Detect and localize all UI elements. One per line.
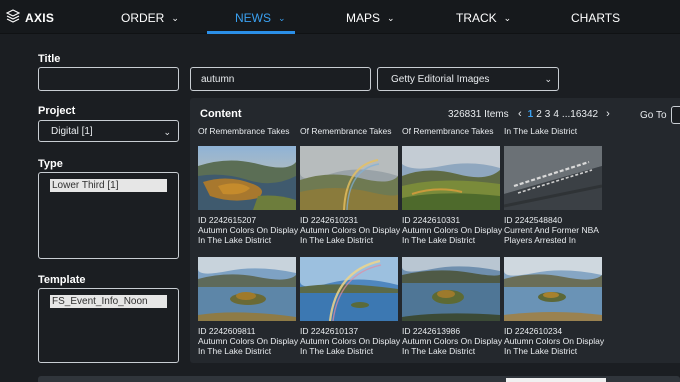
image-source-value: Getty Editorial Images bbox=[391, 74, 490, 85]
goto-page-input[interactable] bbox=[671, 106, 680, 124]
result-thumbnail bbox=[198, 257, 296, 321]
nav-news[interactable]: NEWS ⌄ bbox=[235, 11, 286, 25]
result-caption: In The Lake District bbox=[198, 235, 272, 245]
result-thumbnail bbox=[402, 146, 500, 210]
result-caption: Current And Former NBA bbox=[504, 225, 599, 235]
nav-track-label: TRACK bbox=[456, 11, 497, 25]
bottom-button-edge[interactable] bbox=[506, 378, 606, 382]
nav-order-label: ORDER bbox=[121, 11, 165, 25]
pagination: ‹ 1 2 3 4 ...16342 › bbox=[518, 108, 616, 120]
result-card[interactable]: ID 2242548840 Current And Former NBA Pla… bbox=[504, 146, 602, 245]
result-id: ID 2242548840 bbox=[504, 215, 563, 225]
result-card[interactable]: ID 2242609811 Autumn Colors On Display I… bbox=[198, 257, 299, 356]
chevron-down-icon: ⌄ bbox=[163, 127, 171, 137]
chevron-down-icon: ⌄ bbox=[503, 13, 512, 23]
result-thumbnail bbox=[504, 146, 602, 210]
result-thumbnail bbox=[300, 257, 398, 321]
result-card[interactable]: ID 2242615207 Autumn Colors On Display I… bbox=[198, 146, 299, 245]
project-label: Project bbox=[38, 105, 76, 117]
page-link[interactable]: 16342 bbox=[570, 109, 598, 120]
project-select[interactable]: Digital [1] ⌄ bbox=[38, 120, 179, 142]
result-id: ID 2242615207 bbox=[198, 215, 257, 225]
type-listbox[interactable]: Lower Third [1] bbox=[38, 172, 179, 259]
result-card[interactable]: ID 2242610231 Autumn Colors On Display I… bbox=[300, 146, 401, 245]
result-thumbnail bbox=[402, 257, 500, 321]
template-option-selected[interactable]: FS_Event_Info_Noon bbox=[50, 295, 167, 308]
nav-maps[interactable]: MAPS ⌄ bbox=[346, 11, 395, 25]
active-tab-indicator bbox=[207, 31, 295, 34]
search-input[interactable]: autumn bbox=[190, 67, 371, 91]
result-caption: In The Lake District bbox=[402, 346, 476, 356]
page-link[interactable]: 4 bbox=[553, 109, 559, 120]
page-ellipsis: ... bbox=[561, 109, 571, 120]
result-caption: In The Lake District bbox=[198, 346, 272, 356]
result-caption: In The Lake District bbox=[300, 235, 374, 245]
content-panel: Content 326831 Items ‹ 1 2 3 4 ...16342 › Go T… bbox=[190, 98, 680, 363]
project-select-value: Digital [1] bbox=[51, 126, 93, 137]
result-id: ID 2242609811 bbox=[198, 326, 256, 336]
result-caption: Autumn Colors On Display bbox=[198, 336, 299, 346]
template-listbox[interactable]: FS_Event_Info_Noon bbox=[38, 288, 179, 363]
nav-news-label: NEWS bbox=[235, 11, 271, 25]
chevron-left-icon[interactable]: ‹ bbox=[518, 108, 522, 120]
result-card[interactable]: ID 2242613986 Autumn Colors On Display I… bbox=[402, 257, 503, 356]
result-card[interactable]: ID 2242610137 Autumn Colors On Display I… bbox=[300, 257, 401, 356]
template-label: Template bbox=[38, 274, 86, 286]
title-input[interactable] bbox=[38, 67, 179, 91]
result-id: ID 2242610137 bbox=[300, 326, 359, 336]
result-id: ID 2242610234 bbox=[504, 326, 563, 336]
chevron-right-icon[interactable]: › bbox=[606, 108, 610, 120]
result-caption: Autumn Colors On Display bbox=[300, 225, 401, 235]
chevron-down-icon: ⌄ bbox=[544, 74, 552, 84]
nav-charts[interactable]: CHARTS bbox=[571, 11, 620, 25]
goto-label: Go To bbox=[640, 110, 667, 121]
result-thumbnail bbox=[504, 257, 602, 321]
chevron-down-icon: ⌄ bbox=[171, 13, 179, 23]
nav-track[interactable]: TRACK ⌄ bbox=[456, 11, 511, 25]
result-caption: Autumn Colors On Display bbox=[300, 336, 401, 346]
caption-cutoff: Of Remembrance Takes bbox=[198, 126, 290, 136]
result-id: ID 2242610331 bbox=[402, 215, 461, 225]
type-label: Type bbox=[38, 158, 63, 170]
result-caption: Autumn Colors On Display bbox=[198, 225, 299, 235]
top-nav-bar: AXIS ORDER ⌄ NEWS ⌄ MAPS ⌄ TRACK ⌄ CHARTS bbox=[0, 0, 680, 34]
page-link[interactable]: 2 bbox=[536, 109, 542, 120]
image-source-select[interactable]: Getty Editorial Images ⌄ bbox=[377, 67, 559, 91]
page-link[interactable]: 3 bbox=[545, 109, 551, 120]
result-caption: Autumn Colors On Display bbox=[402, 336, 503, 346]
page-link[interactable]: 1 bbox=[528, 109, 534, 120]
items-count: 326831 Items bbox=[448, 109, 509, 120]
result-id: ID 2242610231 bbox=[300, 215, 359, 225]
caption-cutoff: Of Remembrance Takes bbox=[300, 126, 392, 136]
chevron-down-icon: ⌄ bbox=[387, 13, 395, 23]
caption-cutoff: Of Remembrance Takes bbox=[402, 126, 494, 136]
brand-name: AXIS bbox=[25, 11, 55, 25]
result-thumbnail bbox=[300, 146, 398, 210]
content-title: Content bbox=[200, 108, 242, 120]
layers-logo-icon bbox=[6, 9, 20, 23]
result-thumbnail bbox=[198, 146, 296, 210]
result-caption: In The Lake District bbox=[300, 346, 374, 356]
nav-order[interactable]: ORDER ⌄ bbox=[121, 11, 179, 25]
result-caption: In The Lake District bbox=[402, 235, 476, 245]
result-id: ID 2242613986 bbox=[402, 326, 461, 336]
result-caption: Autumn Colors On Display bbox=[504, 336, 605, 346]
caption-cutoff: In The Lake District bbox=[504, 126, 578, 136]
result-caption: Autumn Colors On Display bbox=[402, 225, 503, 235]
title-label: Title bbox=[38, 53, 61, 65]
result-card[interactable]: ID 2242610234 Autumn Colors On Display I… bbox=[504, 257, 605, 356]
result-card[interactable]: ID 2242610331 Autumn Colors On Display I… bbox=[402, 146, 503, 245]
result-caption: In The Lake District bbox=[504, 346, 578, 356]
nav-maps-label: MAPS bbox=[346, 11, 381, 25]
type-option-selected[interactable]: Lower Third [1] bbox=[50, 179, 167, 192]
nav-charts-label: CHARTS bbox=[571, 11, 621, 25]
chevron-down-icon: ⌄ bbox=[278, 13, 286, 23]
result-caption: Players Arrested In bbox=[504, 235, 576, 245]
